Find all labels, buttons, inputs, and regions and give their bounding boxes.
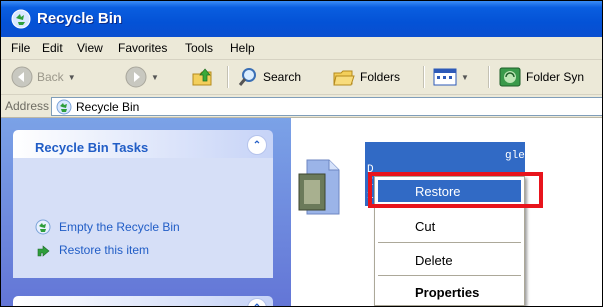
collapse-icon[interactable]: ⌃ bbox=[247, 298, 267, 306]
file-name-fragment: gle bbox=[505, 150, 525, 162]
chevron-down-icon: ▼ bbox=[151, 72, 159, 82]
views-grid-icon bbox=[433, 68, 457, 86]
context-item-label: Cut bbox=[415, 218, 436, 234]
menu-tools[interactable]: Tools bbox=[185, 41, 213, 55]
address-bar: Address Recycle Bin bbox=[1, 95, 602, 118]
title-bar[interactable]: Recycle Bin bbox=[1, 1, 602, 37]
menu-file[interactable]: File bbox=[11, 41, 30, 55]
toolbar-separator bbox=[488, 66, 490, 88]
menu-bar: File Edit View Favorites Tools Help bbox=[1, 37, 602, 60]
task-label: Restore this item bbox=[59, 243, 150, 257]
recycle-bin-icon bbox=[56, 99, 72, 114]
recycle-bin-icon bbox=[11, 9, 31, 29]
back-arrow-icon bbox=[11, 66, 33, 88]
folder-sync-icon bbox=[499, 67, 521, 87]
menu-edit[interactable]: Edit bbox=[42, 41, 63, 55]
menu-favorites[interactable]: Favorites bbox=[118, 41, 167, 55]
forward-button[interactable]: ▼ bbox=[125, 65, 159, 89]
toolbar-separator bbox=[227, 66, 229, 88]
context-cut[interactable]: Cut bbox=[378, 215, 521, 237]
up-folder-icon bbox=[192, 68, 212, 86]
address-label: Address bbox=[5, 99, 50, 113]
folder-sync-label: Folder Syn bbox=[526, 70, 585, 84]
deleted-file-icon[interactable] bbox=[297, 158, 341, 216]
task-restore-item[interactable]: Restore this item bbox=[35, 242, 149, 258]
collapse-icon[interactable]: ⌃ bbox=[247, 135, 267, 155]
task-label: Empty the Recycle Bin bbox=[59, 220, 180, 234]
folders-button[interactable]: Folders bbox=[332, 65, 400, 89]
menu-separator bbox=[378, 275, 521, 276]
context-properties[interactable]: Properties bbox=[378, 281, 521, 303]
restore-arrow-icon bbox=[37, 245, 50, 257]
views-button[interactable]: ▼ bbox=[433, 65, 469, 89]
forward-arrow-icon bbox=[125, 66, 147, 88]
explorer-window: Recycle Bin File Edit View Favorites Too… bbox=[0, 0, 603, 307]
task-empty-recycle-bin[interactable]: Empty the Recycle Bin bbox=[35, 219, 180, 235]
up-folder-button[interactable] bbox=[191, 65, 215, 89]
back-label: Back bbox=[37, 70, 64, 84]
standard-toolbar: Back ▼ ▼ Search Folders ▼ Folder Syn bbox=[1, 60, 602, 95]
context-delete[interactable]: Delete bbox=[378, 249, 521, 271]
address-value: Recycle Bin bbox=[76, 99, 140, 114]
tasks-heading: Recycle Bin Tasks bbox=[35, 140, 149, 155]
search-icon bbox=[238, 68, 256, 86]
chevron-down-icon: ▼ bbox=[67, 72, 76, 82]
context-item-label: Delete bbox=[415, 252, 453, 268]
recycle-bin-icon bbox=[35, 219, 51, 235]
folders-icon bbox=[333, 70, 355, 86]
search-label: Search bbox=[263, 70, 302, 84]
folder-sync-button[interactable]: Folder Syn bbox=[498, 65, 584, 89]
menu-separator bbox=[378, 242, 521, 243]
window-title: Recycle Bin bbox=[37, 10, 123, 27]
menu-help[interactable]: Help bbox=[230, 41, 255, 55]
highlight-box bbox=[368, 172, 543, 208]
context-item-label: Properties bbox=[415, 284, 480, 300]
tasks-header[interactable]: Recycle Bin Tasks ⌃ bbox=[13, 130, 273, 158]
folders-label: Folders bbox=[360, 70, 401, 84]
back-button[interactable]: Back ▼ bbox=[11, 65, 76, 89]
tasks-panel bbox=[13, 158, 273, 278]
second-tasks-header[interactable]: ⌃ bbox=[13, 296, 273, 306]
toolbar-separator bbox=[423, 66, 425, 88]
chevron-down-icon: ▼ bbox=[461, 72, 469, 82]
address-field[interactable]: Recycle Bin bbox=[51, 97, 602, 116]
task-pane: Recycle Bin Tasks ⌃ Empty the Recycle Bi… bbox=[1, 118, 291, 306]
search-button[interactable]: Search bbox=[237, 65, 301, 89]
menu-view[interactable]: View bbox=[77, 41, 103, 55]
